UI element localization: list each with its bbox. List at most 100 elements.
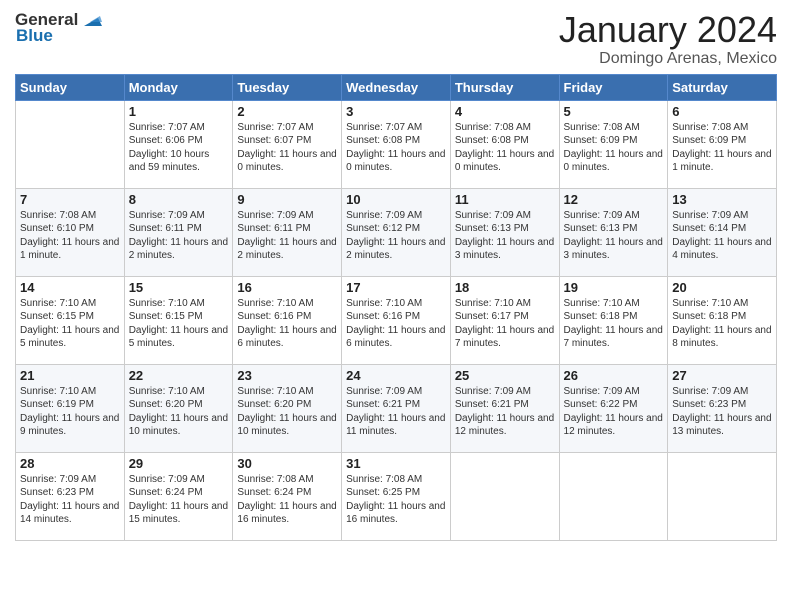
- day-info: Sunrise: 7:09 AM Sunset: 6:14 PM Dayligh…: [672, 209, 772, 263]
- day-cell: 31Sunrise: 7:08 AM Sunset: 6:25 PM Dayli…: [342, 452, 451, 540]
- day-info: Sunrise: 7:08 AM Sunset: 6:09 PM Dayligh…: [564, 121, 664, 175]
- day-number: 30: [237, 456, 337, 471]
- day-cell: 13 Sunrise: 7:09 AM Sunset: 6:14 PM Dayli…: [668, 188, 777, 276]
- header-tuesday: Tuesday: [233, 74, 342, 100]
- day-cell: 27Sunrise: 7:09 AM Sunset: 6:23 PM Dayli…: [668, 364, 777, 452]
- day-info: Sunrise: 7:09 AM Sunset: 6:21 PM Dayligh…: [455, 385, 555, 439]
- day-cell: 15 Sunrise: 7:10 AM Sunset: 6:15 PM Dayli…: [124, 276, 233, 364]
- day-cell: 30 Sunrise: 7:08 AM Sunset: 6:24 PM Dayli…: [233, 452, 342, 540]
- day-info: Sunrise: 7:10 AM Sunset: 6:20 PM Dayligh…: [129, 385, 229, 439]
- day-info: Sunrise: 7:10 AM Sunset: 6:15 PM Dayligh…: [20, 297, 120, 351]
- day-cell: 8 Sunrise: 7:09 AM Sunset: 6:11 PM Daylig…: [124, 188, 233, 276]
- header-wednesday: Wednesday: [342, 74, 451, 100]
- day-cell: 23Sunrise: 7:10 AM Sunset: 6:20 PM Dayli…: [233, 364, 342, 452]
- day-info: Sunrise: 7:09 AM Sunset: 6:23 PM Dayligh…: [20, 473, 120, 527]
- calendar-table: Sunday Monday Tuesday Wednesday Thursday…: [15, 74, 777, 541]
- month-title: January 2024: [559, 10, 777, 50]
- day-info: Sunrise: 7:10 AM Sunset: 6:16 PM Dayligh…: [237, 297, 337, 351]
- day-cell: 19 Sunrise: 7:10 AM Sunset: 6:18 PM Dayli…: [559, 276, 668, 364]
- day-cell: 29 Sunrise: 7:09 AM Sunset: 6:24 PM Dayli…: [124, 452, 233, 540]
- day-number: 18: [455, 280, 555, 295]
- day-number: 24: [346, 368, 446, 383]
- day-info: Sunrise: 7:09 AM Sunset: 6:24 PM Dayligh…: [129, 473, 229, 527]
- day-number: 2: [237, 104, 337, 119]
- day-cell: 10 Sunrise: 7:09 AM Sunset: 6:12 PM Dayli…: [342, 188, 451, 276]
- day-number: 28: [20, 456, 120, 471]
- day-number: 29: [129, 456, 229, 471]
- day-cell: 11Sunrise: 7:09 AM Sunset: 6:13 PM Dayli…: [450, 188, 559, 276]
- day-info: Sunrise: 7:09 AM Sunset: 6:11 PM Dayligh…: [129, 209, 229, 263]
- day-number: 12: [564, 192, 664, 207]
- day-cell: 16 Sunrise: 7:10 AM Sunset: 6:16 PM Dayli…: [233, 276, 342, 364]
- day-info: Sunrise: 7:09 AM Sunset: 6:23 PM Dayligh…: [672, 385, 772, 439]
- day-cell: 17 Sunrise: 7:10 AM Sunset: 6:16 PM Dayli…: [342, 276, 451, 364]
- day-info: Sunrise: 7:07 AM Sunset: 6:08 PM Dayligh…: [346, 121, 446, 175]
- day-info: Sunrise: 7:09 AM Sunset: 6:12 PM Dayligh…: [346, 209, 446, 263]
- day-info: Sunrise: 7:10 AM Sunset: 6:18 PM Dayligh…: [564, 297, 664, 351]
- day-number: 10: [346, 192, 446, 207]
- day-cell: 4 Sunrise: 7:08 AM Sunset: 6:08 PM Daylig…: [450, 100, 559, 188]
- day-cell: [559, 452, 668, 540]
- day-number: 6: [672, 104, 772, 119]
- day-number: 25: [455, 368, 555, 383]
- day-info: Sunrise: 7:08 AM Sunset: 6:10 PM Dayligh…: [20, 209, 120, 263]
- day-cell: 9Sunrise: 7:09 AM Sunset: 6:11 PM Daylig…: [233, 188, 342, 276]
- day-cell: [668, 452, 777, 540]
- day-cell: 22 Sunrise: 7:10 AM Sunset: 6:20 PM Dayli…: [124, 364, 233, 452]
- day-number: 17: [346, 280, 446, 295]
- day-cell: 18 Sunrise: 7:10 AM Sunset: 6:17 PM Dayli…: [450, 276, 559, 364]
- day-cell: 2 Sunrise: 7:07 AM Sunset: 6:07 PM Daylig…: [233, 100, 342, 188]
- day-cell: [450, 452, 559, 540]
- day-number: 26: [564, 368, 664, 383]
- header-row: Sunday Monday Tuesday Wednesday Thursday…: [16, 74, 777, 100]
- day-number: 9: [237, 192, 337, 207]
- title-block: January 2024 Domingo Arenas, Mexico: [559, 10, 777, 68]
- logo-icon: [80, 8, 102, 30]
- header-sunday: Sunday: [16, 74, 125, 100]
- day-cell: 1 Sunrise: 7:07 AM Sunset: 6:06 PM Daylig…: [124, 100, 233, 188]
- day-info: Sunrise: 7:07 AM Sunset: 6:06 PM Dayligh…: [129, 121, 229, 175]
- day-info: Sunrise: 7:10 AM Sunset: 6:16 PM Dayligh…: [346, 297, 446, 351]
- day-number: 4: [455, 104, 555, 119]
- day-cell: 21 Sunrise: 7:10 AM Sunset: 6:19 PM Dayli…: [16, 364, 125, 452]
- day-info: Sunrise: 7:10 AM Sunset: 6:17 PM Dayligh…: [455, 297, 555, 351]
- day-cell: 24 Sunrise: 7:09 AM Sunset: 6:21 PM Dayli…: [342, 364, 451, 452]
- day-info: Sunrise: 7:08 AM Sunset: 6:08 PM Dayligh…: [455, 121, 555, 175]
- day-number: 21: [20, 368, 120, 383]
- day-number: 8: [129, 192, 229, 207]
- day-number: 13: [672, 192, 772, 207]
- header: General Blue January 2024 Domingo Arenas…: [15, 10, 777, 68]
- day-number: 31: [346, 456, 446, 471]
- day-info: Sunrise: 7:10 AM Sunset: 6:18 PM Dayligh…: [672, 297, 772, 351]
- header-saturday: Saturday: [668, 74, 777, 100]
- header-monday: Monday: [124, 74, 233, 100]
- day-cell: [16, 100, 125, 188]
- day-info: Sunrise: 7:08 AM Sunset: 6:24 PM Dayligh…: [237, 473, 337, 527]
- day-number: 19: [564, 280, 664, 295]
- day-number: 3: [346, 104, 446, 119]
- day-cell: 20 Sunrise: 7:10 AM Sunset: 6:18 PM Dayli…: [668, 276, 777, 364]
- logo-blue-text: Blue: [16, 26, 53, 46]
- day-number: 20: [672, 280, 772, 295]
- day-info: Sunrise: 7:10 AM Sunset: 6:20 PM Dayligh…: [237, 385, 337, 439]
- day-number: 16: [237, 280, 337, 295]
- day-info: Sunrise: 7:10 AM Sunset: 6:19 PM Dayligh…: [20, 385, 120, 439]
- week-row-1: 7Sunrise: 7:08 AM Sunset: 6:10 PM Daylig…: [16, 188, 777, 276]
- week-row-3: 21 Sunrise: 7:10 AM Sunset: 6:19 PM Dayli…: [16, 364, 777, 452]
- page: General Blue January 2024 Domingo Arenas…: [0, 0, 792, 612]
- day-info: Sunrise: 7:07 AM Sunset: 6:07 PM Dayligh…: [237, 121, 337, 175]
- day-number: 5: [564, 104, 664, 119]
- day-number: 22: [129, 368, 229, 383]
- day-info: Sunrise: 7:09 AM Sunset: 6:21 PM Dayligh…: [346, 385, 446, 439]
- day-info: Sunrise: 7:10 AM Sunset: 6:15 PM Dayligh…: [129, 297, 229, 351]
- day-info: Sunrise: 7:09 AM Sunset: 6:13 PM Dayligh…: [564, 209, 664, 263]
- day-number: 15: [129, 280, 229, 295]
- day-cell: 3 Sunrise: 7:07 AM Sunset: 6:08 PM Daylig…: [342, 100, 451, 188]
- day-cell: 7Sunrise: 7:08 AM Sunset: 6:10 PM Daylig…: [16, 188, 125, 276]
- day-cell: 28 Sunrise: 7:09 AM Sunset: 6:23 PM Dayli…: [16, 452, 125, 540]
- day-info: Sunrise: 7:08 AM Sunset: 6:09 PM Dayligh…: [672, 121, 772, 175]
- header-thursday: Thursday: [450, 74, 559, 100]
- day-number: 11: [455, 192, 555, 207]
- day-number: 1: [129, 104, 229, 119]
- week-row-4: 28 Sunrise: 7:09 AM Sunset: 6:23 PM Dayli…: [16, 452, 777, 540]
